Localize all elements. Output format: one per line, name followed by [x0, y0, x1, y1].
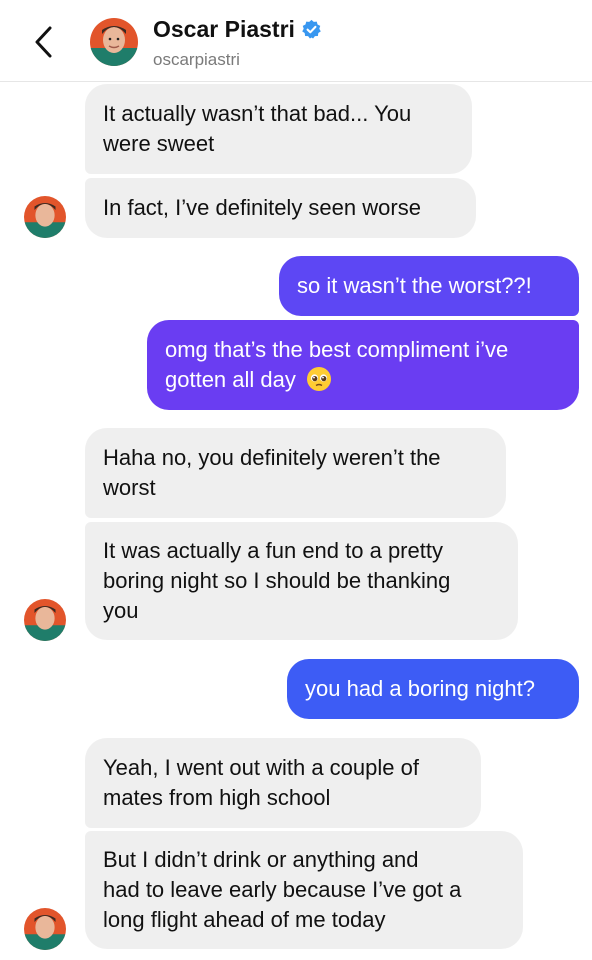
message-text: worst [103, 475, 156, 500]
message-text: Yeah, I went out with a couple of [103, 755, 419, 780]
pleading-face-emoji-icon [307, 367, 331, 391]
contact-handle: oscarpiastri [153, 50, 240, 69]
message-text: so it wasn’t the worst??! [297, 273, 532, 298]
contact-avatar-small[interactable] [24, 196, 66, 238]
chevron-left-icon [35, 26, 52, 58]
contact-name[interactable]: Oscar Piastri [153, 16, 322, 43]
verified-badge-icon [302, 19, 321, 39]
outgoing-message-bubble[interactable]: so it wasn’t the worst??! [279, 256, 579, 316]
incoming-message-bubble[interactable]: It actually wasn’t that bad... You were … [85, 84, 472, 174]
message-line-with-emoji: gotten all day [165, 365, 561, 395]
incoming-message-bubble[interactable]: It was actually a fun end to a pretty bo… [85, 522, 518, 640]
contact-avatar[interactable] [90, 18, 138, 66]
message-text: had to leave early because I’ve got a [103, 877, 462, 902]
incoming-message-bubble[interactable]: Haha no, you definitely weren’t the wors… [85, 428, 506, 518]
message-text: omg that’s the best compliment i’ve [165, 337, 509, 362]
incoming-message-bubble[interactable]: Yeah, I went out with a couple of mates … [85, 738, 481, 828]
contact-avatar-small[interactable] [24, 599, 66, 641]
message-text: Haha no, you definitely weren’t the [103, 445, 441, 470]
message-text: you had a boring night? [305, 676, 535, 701]
message-text: you [103, 598, 139, 623]
outgoing-message-bubble[interactable]: omg that’s the best compliment i’ve gott… [147, 320, 579, 410]
contact-name-text: Oscar Piastri [153, 16, 295, 42]
message-text: long flight ahead of me today [103, 907, 386, 932]
outgoing-message-bubble[interactable]: you had a boring night? [287, 659, 579, 719]
message-text: mates from high school [103, 785, 331, 810]
message-text: gotten all day [165, 367, 296, 392]
message-text: It actually wasn’t that bad... You [103, 101, 412, 126]
contact-avatar-small[interactable] [24, 908, 66, 950]
incoming-message-bubble[interactable]: In fact, I’ve definitely seen worse [85, 178, 476, 238]
chat-header: Oscar Piastri oscarpiastri [0, 0, 592, 82]
message-text: It was actually a fun end to a pretty [103, 538, 443, 563]
message-text: were sweet [103, 131, 215, 156]
message-text: boring night so I should be thanking [103, 568, 451, 593]
message-text: But I didn’t drink or anything and [103, 847, 419, 872]
back-button[interactable] [28, 22, 64, 62]
incoming-message-bubble[interactable]: But I didn’t drink or anything and had t… [85, 831, 523, 949]
message-text: In fact, I’ve definitely seen worse [103, 195, 421, 220]
